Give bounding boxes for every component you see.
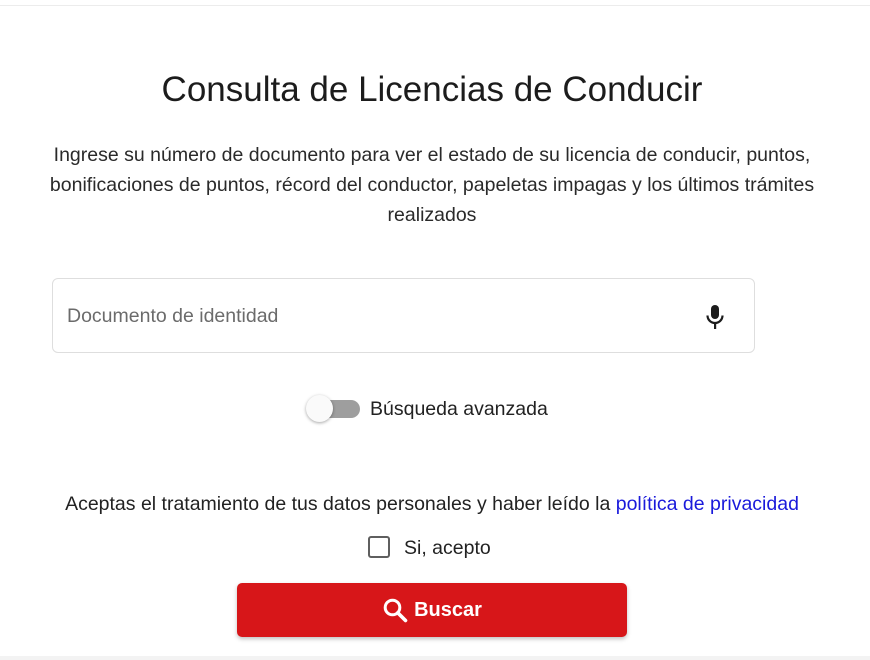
document-search-box [52,278,755,353]
privacy-policy-link[interactable]: política de privacidad [616,493,799,515]
page-title: Consulta de Licencias de Conducir [161,70,703,109]
toggle-knob [306,395,333,422]
bottom-divider [0,656,870,660]
search-icon [382,597,408,623]
page-description: Ingrese su número de documento para ver … [49,144,815,226]
top-divider [0,5,870,6]
advanced-search-toggle[interactable] [304,394,362,424]
consent-statement: Aceptas el tratamiento de tus datos pers… [0,490,864,518]
document-id-input[interactable] [67,293,667,339]
microphone-icon[interactable] [703,303,727,331]
consent-checkbox[interactable] [368,536,390,558]
search-button-label: Buscar [414,598,482,621]
search-button[interactable]: Buscar [237,583,627,637]
consent-text: Aceptas el tratamiento de tus datos pers… [65,493,616,515]
advanced-search-label: Búsqueda avanzada [370,398,548,420]
consent-checkbox-label: Si, acepto [404,537,491,559]
